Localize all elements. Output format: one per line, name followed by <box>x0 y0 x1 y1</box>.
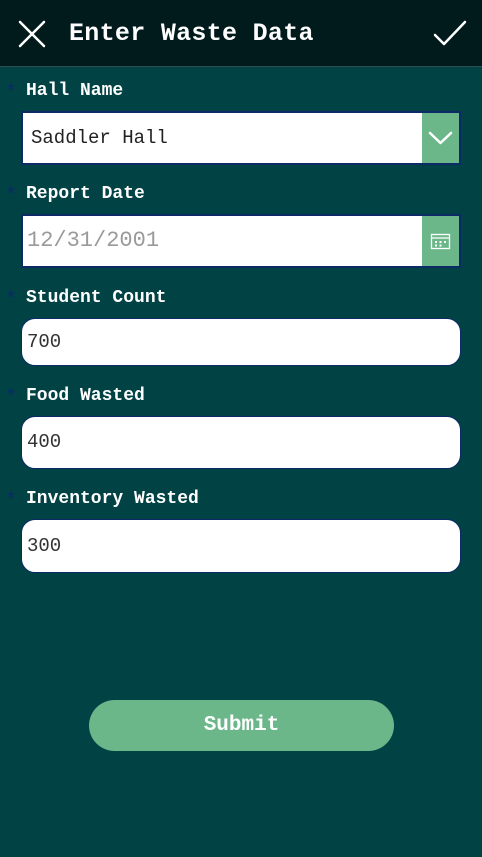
close-button[interactable] <box>14 16 50 52</box>
close-icon <box>18 20 46 48</box>
food-wasted-input[interactable]: 400 <box>21 416 461 469</box>
required-marker: * <box>5 289 18 312</box>
required-marker: * <box>5 490 18 513</box>
inventory-wasted-value: 300 <box>27 535 62 557</box>
food-wasted-value: 400 <box>27 431 62 453</box>
report-date-label: Report Date <box>26 184 145 204</box>
calendar-button[interactable] <box>422 216 459 266</box>
student-count-value: 700 <box>27 331 62 353</box>
report-date-value: 12/31/2001 <box>27 228 160 253</box>
hall-name-label: Hall Name <box>26 81 124 101</box>
required-marker: * <box>5 82 18 105</box>
required-marker: * <box>5 387 18 410</box>
inventory-wasted-label: Inventory Wasted <box>26 489 199 509</box>
hall-name-value: Saddler Hall <box>31 127 168 149</box>
inventory-wasted-input[interactable]: 300 <box>21 519 461 573</box>
confirm-button[interactable] <box>430 16 470 52</box>
student-count-input[interactable]: 700 <box>21 318 461 366</box>
page-title: Enter Waste Data <box>69 19 314 48</box>
report-date-picker[interactable]: 12/31/2001 <box>21 214 461 268</box>
dropdown-toggle[interactable] <box>422 113 459 163</box>
chevron-down-icon <box>428 131 453 145</box>
hall-name-dropdown[interactable]: Saddler Hall <box>21 111 461 165</box>
title-bar: Enter Waste Data <box>0 0 482 67</box>
food-wasted-label: Food Wasted <box>26 386 145 406</box>
calendar-icon <box>430 233 451 250</box>
submit-button[interactable]: Submit <box>89 700 394 751</box>
checkmark-icon <box>433 20 467 46</box>
required-marker: * <box>5 185 18 208</box>
submit-label: Submit <box>203 714 280 737</box>
student-count-label: Student Count <box>26 288 167 308</box>
